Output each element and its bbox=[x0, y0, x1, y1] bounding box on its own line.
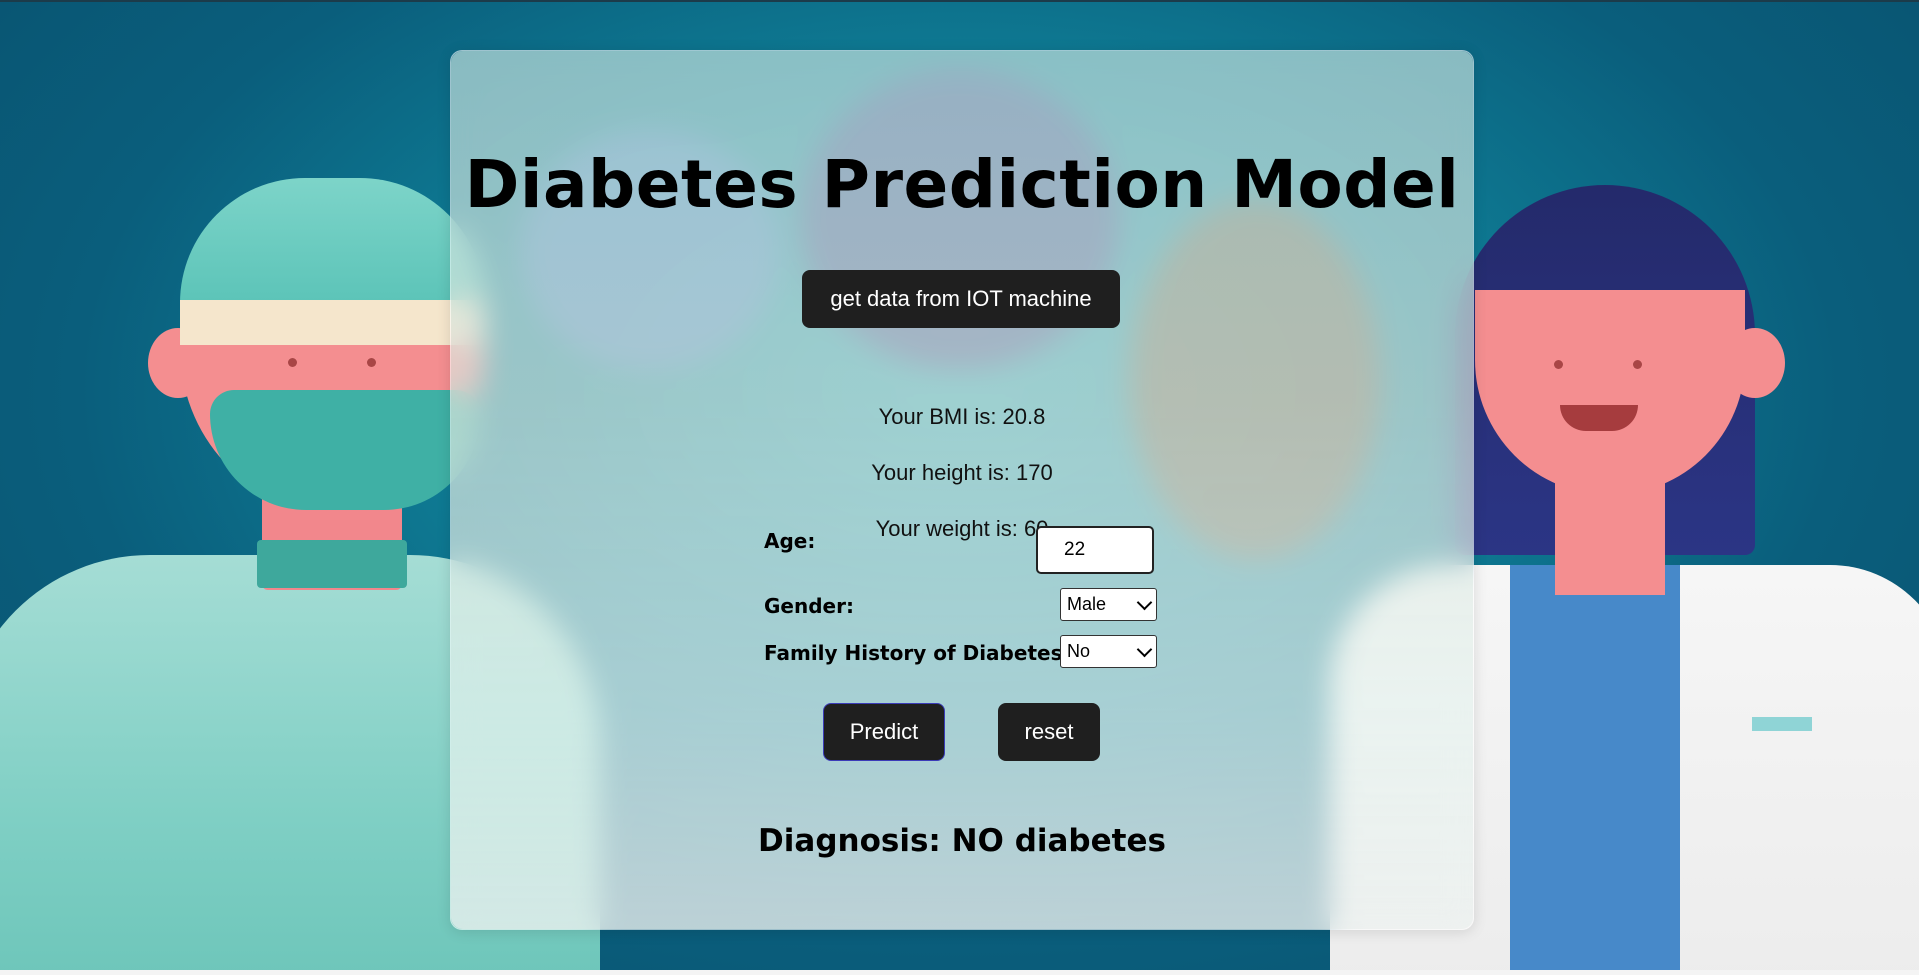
right-doctor-pocket bbox=[1752, 717, 1812, 731]
left-doctor-headband bbox=[180, 300, 485, 345]
bmi-readout: Your BMI is: 20.8 bbox=[878, 404, 1046, 429]
left-doctor-collar bbox=[257, 540, 407, 588]
prediction-card: Diabetes Prediction Model get data from … bbox=[450, 50, 1474, 930]
right-doctor-shirt bbox=[1510, 565, 1680, 975]
chevron-down-icon bbox=[1136, 641, 1153, 658]
gender-selected-value: Male bbox=[1067, 594, 1107, 614]
right-doctor-eye bbox=[1633, 360, 1642, 369]
gender-select[interactable]: Male bbox=[1060, 588, 1157, 621]
right-doctor-ear bbox=[1725, 328, 1785, 398]
family-history-select[interactable]: No bbox=[1060, 635, 1157, 668]
family-history-label: Family History of Diabetes: bbox=[764, 641, 1071, 665]
left-doctor-mask bbox=[210, 390, 480, 510]
top-border bbox=[0, 0, 1919, 2]
age-label: Age: bbox=[764, 529, 816, 553]
get-iot-data-button[interactable]: get data from IOT machine bbox=[802, 270, 1120, 328]
height-readout: Your height is: 170 bbox=[871, 460, 1053, 485]
bottom-border bbox=[0, 970, 1919, 975]
reset-button[interactable]: reset bbox=[998, 703, 1100, 761]
family-history-selected-value: No bbox=[1067, 641, 1091, 661]
page-title: Diabetes Prediction Model bbox=[464, 146, 1460, 223]
age-value: 22 bbox=[1064, 539, 1086, 560]
weight-readout: Your weight is: 60 bbox=[875, 516, 1049, 541]
left-doctor-eye bbox=[288, 358, 297, 367]
gender-label: Gender: bbox=[764, 594, 854, 618]
age-input[interactable]: 22 bbox=[1036, 526, 1154, 574]
left-doctor-cap bbox=[180, 178, 485, 303]
left-doctor-eye bbox=[367, 358, 376, 367]
diagnosis-result: Diagnosis: NO diabetes bbox=[758, 823, 1166, 859]
right-doctor-eye bbox=[1554, 360, 1563, 369]
chevron-down-icon bbox=[1136, 594, 1153, 611]
predict-button[interactable]: Predict bbox=[823, 703, 945, 761]
